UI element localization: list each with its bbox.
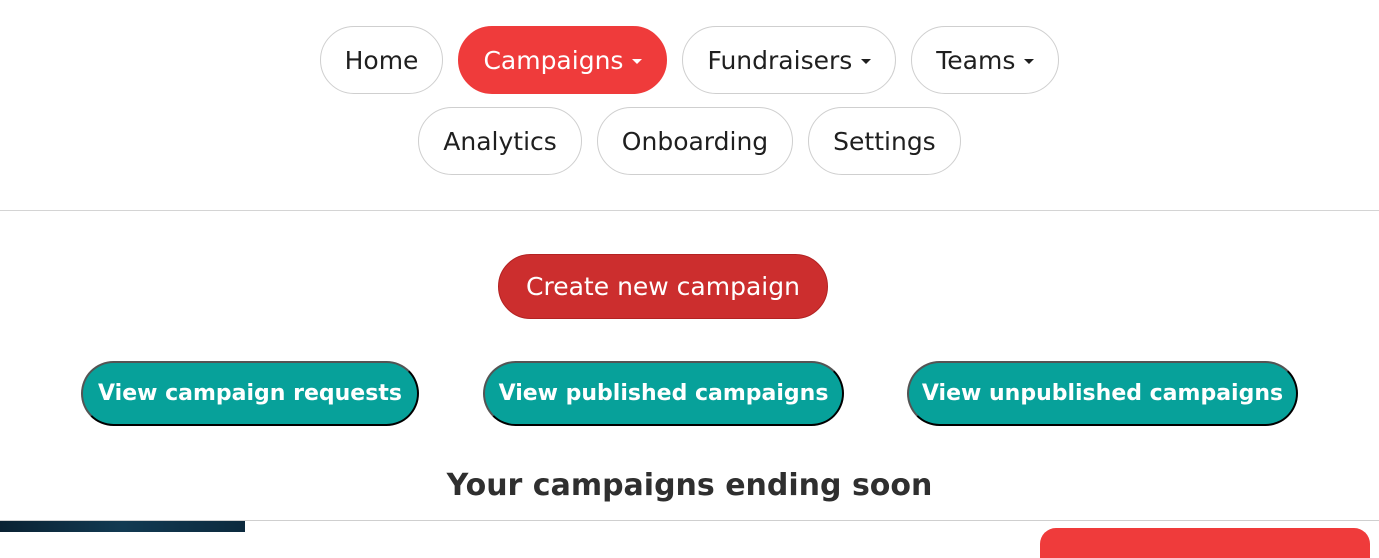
nav-teams[interactable]: Teams [911,26,1060,94]
create-campaign-button[interactable]: Create new campaign [498,254,828,319]
caret-down-icon [632,58,643,64]
nav-row-primary: Home Campaigns Fundraisers Teams [0,26,1379,94]
view-unpublished-campaigns-button[interactable]: View unpublished campaigns [907,361,1298,426]
nav-campaigns[interactable]: Campaigns [458,26,668,94]
nav-divider [0,210,1379,211]
nav-fundraisers[interactable]: Fundraisers [682,26,897,94]
nav-home[interactable]: Home [319,26,444,94]
section-title: Your campaigns ending soon [446,468,933,503]
nav-analytics[interactable]: Analytics [418,107,582,175]
nav-home-label: Home [344,45,419,75]
nav-teams-label: Teams [936,45,1016,75]
nav-analytics-label: Analytics [443,126,557,156]
view-campaign-requests-button[interactable]: View campaign requests [81,361,419,426]
caret-down-icon [861,58,872,64]
main-navigation: Home Campaigns Fundraisers Teams Analyti… [0,0,1379,211]
caret-down-icon [1024,58,1035,64]
nav-onboarding-label: Onboarding [621,126,769,156]
campaign-card-action-button[interactable] [1040,528,1370,558]
nav-campaigns-label: Campaigns [483,45,624,75]
nav-row-secondary: Analytics Onboarding Settings [0,107,1379,175]
nav-fundraisers-label: Fundraisers [707,45,853,75]
campaign-thumbnail [0,521,245,532]
nav-settings[interactable]: Settings [808,107,961,175]
view-published-campaigns-button[interactable]: View published campaigns [483,361,844,426]
nav-settings-label: Settings [833,126,936,156]
nav-onboarding[interactable]: Onboarding [596,107,794,175]
